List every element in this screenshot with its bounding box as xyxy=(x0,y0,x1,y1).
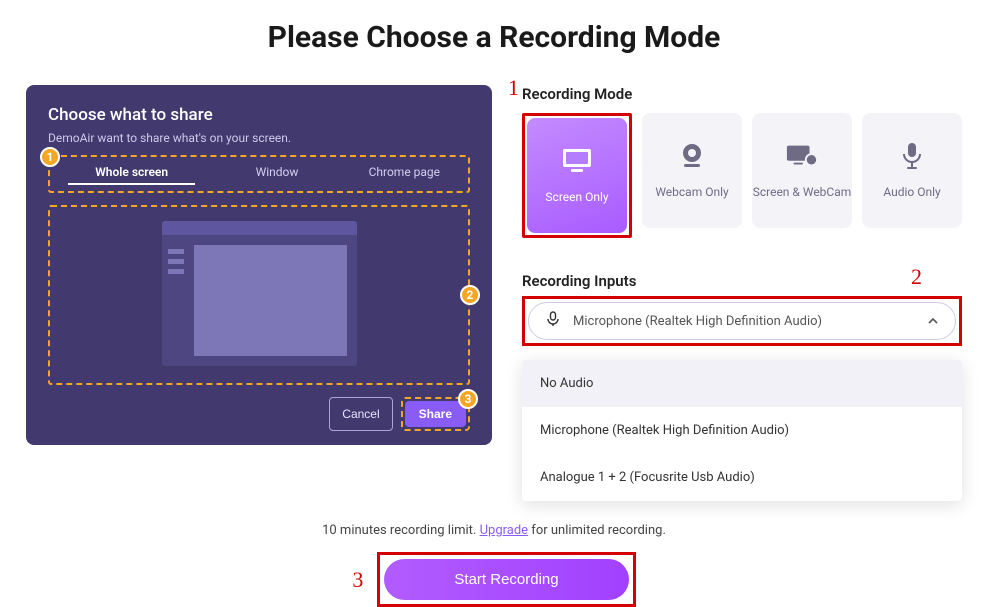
mode-audio-only[interactable]: Audio Only xyxy=(862,113,962,228)
mode-label: Webcam Only xyxy=(655,185,728,199)
share-tabs-highlight: 1 Whole screen Window Chrome page xyxy=(48,155,470,193)
mode-label: Audio Only xyxy=(883,185,940,199)
mode-screen-webcam[interactable]: Screen & WebCam xyxy=(752,113,852,228)
audio-input-options: No Audio Microphone (Realtek High Defini… xyxy=(522,360,962,501)
tab-whole-screen[interactable]: Whole screen xyxy=(68,163,195,185)
webcam-icon xyxy=(675,142,709,173)
share-button-highlight: 3 Share xyxy=(401,397,470,431)
mode-screen-only[interactable]: Screen Only xyxy=(527,118,627,233)
tab-window[interactable]: Window xyxy=(213,163,340,185)
microphone-icon xyxy=(545,311,561,331)
mode-label: Screen Only xyxy=(545,190,608,204)
share-dialog: Choose what to share DemoAir want to sha… xyxy=(26,85,492,445)
share-subtext: DemoAir want to share what's on your scr… xyxy=(48,131,470,145)
microphone-icon xyxy=(895,142,929,173)
input-dropdown-highlight: Microphone (Realtek High Definition Audi… xyxy=(522,296,962,346)
share-heading: Choose what to share xyxy=(48,105,470,125)
page-title: Please Choose a Recording Mode xyxy=(0,0,988,85)
limit-notice: 10 minutes recording limit. Upgrade for … xyxy=(0,523,988,538)
upgrade-link[interactable]: Upgrade xyxy=(480,523,528,538)
screen-thumbnail[interactable] xyxy=(162,221,357,366)
selected-input-text: Microphone (Realtek High Definition Audi… xyxy=(573,314,915,329)
cancel-button[interactable]: Cancel xyxy=(329,397,392,431)
recording-inputs-label: Recording Inputs xyxy=(522,272,636,290)
mode-webcam-only[interactable]: Webcam Only xyxy=(642,113,742,228)
annotation-number-1: 1 xyxy=(508,75,519,101)
limit-text-pre: 10 minutes recording limit. xyxy=(322,523,480,538)
mode-screen-only-highlight: Screen Only xyxy=(522,113,632,238)
annotation-number-2: 2 xyxy=(911,264,922,290)
start-button-highlight: Start Recording xyxy=(377,552,635,607)
chevron-up-icon xyxy=(927,312,939,331)
limit-text-post: for unlimited recording. xyxy=(528,523,666,538)
tab-chrome-page[interactable]: Chrome page xyxy=(341,163,468,185)
share-button[interactable]: Share xyxy=(405,401,466,427)
callout-badge-2: 2 xyxy=(460,285,480,305)
callout-badge-1: 1 xyxy=(40,147,60,167)
audio-input-dropdown[interactable]: Microphone (Realtek High Definition Audi… xyxy=(528,302,956,340)
option-focusrite[interactable]: Analogue 1 + 2 (Focusrite Usb Audio) xyxy=(522,454,962,501)
mode-label: Screen & WebCam xyxy=(753,185,852,199)
recording-mode-label: Recording Mode xyxy=(522,85,962,103)
callout-badge-3: 3 xyxy=(458,389,478,409)
monitor-icon xyxy=(560,147,594,178)
option-no-audio[interactable]: No Audio xyxy=(522,360,962,407)
start-recording-button[interactable]: Start Recording xyxy=(384,559,628,600)
option-realtek[interactable]: Microphone (Realtek High Definition Audi… xyxy=(522,407,962,454)
screen-webcam-icon xyxy=(785,142,819,173)
annotation-number-3: 3 xyxy=(352,567,363,593)
share-preview-highlight: 2 xyxy=(48,205,470,385)
